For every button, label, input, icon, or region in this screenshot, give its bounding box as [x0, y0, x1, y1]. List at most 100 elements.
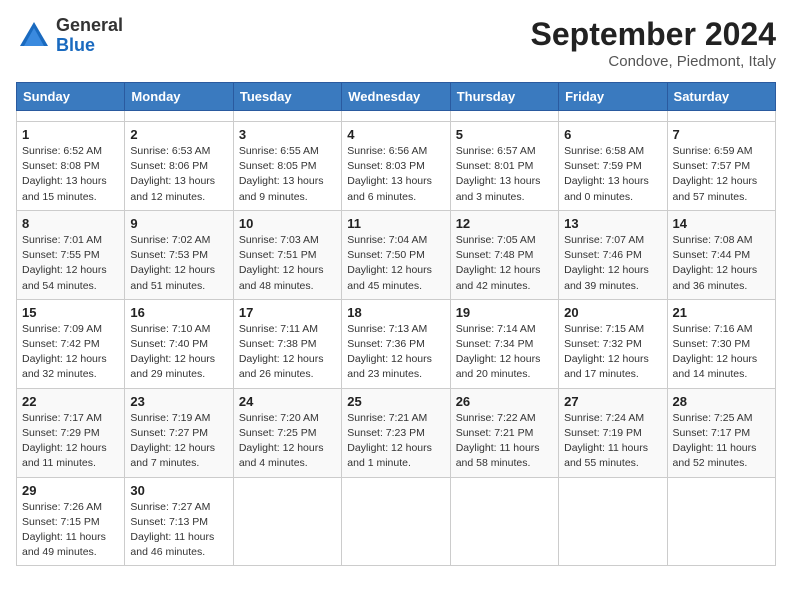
- day-cell: 4 Sunrise: 6:56 AM Sunset: 8:03 PM Daylig…: [342, 122, 450, 211]
- week-row-0: [17, 111, 776, 122]
- day-number: 19: [456, 305, 553, 320]
- day-number: 18: [347, 305, 444, 320]
- day-detail: Sunrise: 7:08 AM Sunset: 7:44 PM Dayligh…: [673, 233, 770, 294]
- day-cell: 9Sunrise: 7:02 AM Sunset: 7:53 PM Daylig…: [125, 210, 233, 299]
- day-cell: 3Sunrise: 6:55 AM Sunset: 8:05 PM Daylig…: [233, 122, 341, 211]
- day-cell: 5 Sunrise: 6:57 AM Sunset: 8:01 PM Daylig…: [450, 122, 558, 211]
- day-number: 25: [347, 394, 444, 409]
- day-number: 23: [130, 394, 227, 409]
- day-detail: Sunrise: 7:10 AM Sunset: 7:40 PM Dayligh…: [130, 322, 227, 383]
- day-cell: 24Sunrise: 7:20 AM Sunset: 7:25 PM Dayli…: [233, 388, 341, 477]
- day-cell: 30Sunrise: 7:27 AM Sunset: 7:13 PM Dayli…: [125, 477, 233, 566]
- day-detail: Sunrise: 7:13 AM Sunset: 7:36 PM Dayligh…: [347, 322, 444, 383]
- day-cell: 21 Sunrise: 7:16 AM Sunset: 7:30 PM Dayli…: [667, 299, 775, 388]
- day-cell: [17, 111, 125, 122]
- day-cell: [233, 111, 341, 122]
- day-cell: 17 Sunrise: 7:11 AM Sunset: 7:38 PM Dayli…: [233, 299, 341, 388]
- day-number: 1: [22, 127, 119, 142]
- day-header-wednesday: Wednesday: [342, 83, 450, 111]
- day-number: 5: [456, 127, 553, 142]
- day-cell: [450, 111, 558, 122]
- day-detail: Sunrise: 6:52 AM Sunset: 8:08 PM Dayligh…: [22, 144, 119, 205]
- logo-general: General: [56, 15, 123, 35]
- day-cell: [559, 111, 667, 122]
- day-detail: Sunrise: 7:04 AM Sunset: 7:50 PM Dayligh…: [347, 233, 444, 294]
- day-cell: 28Sunrise: 7:25 AM Sunset: 7:17 PM Dayli…: [667, 388, 775, 477]
- day-number: 13: [564, 216, 661, 231]
- location: Condove, Piedmont, Italy: [531, 53, 776, 70]
- day-cell: [667, 477, 775, 566]
- day-cell: 25Sunrise: 7:21 AM Sunset: 7:23 PM Dayli…: [342, 388, 450, 477]
- day-number: 4: [347, 127, 444, 142]
- day-number: 6: [564, 127, 661, 142]
- day-number: 26: [456, 394, 553, 409]
- day-number: 14: [673, 216, 770, 231]
- day-cell: 7 Sunrise: 6:59 AM Sunset: 7:57 PM Daylig…: [667, 122, 775, 211]
- day-detail: Sunrise: 7:02 AM Sunset: 7:53 PM Dayligh…: [130, 233, 227, 294]
- day-cell: 13 Sunrise: 7:07 AM Sunset: 7:46 PM Dayli…: [559, 210, 667, 299]
- day-number: 10: [239, 216, 336, 231]
- day-number: 29: [22, 483, 119, 498]
- day-number: 2: [130, 127, 227, 142]
- day-cell: 20 Sunrise: 7:15 AM Sunset: 7:32 PM Dayli…: [559, 299, 667, 388]
- day-detail: Sunrise: 7:11 AM Sunset: 7:38 PM Dayligh…: [239, 322, 336, 383]
- day-header-saturday: Saturday: [667, 83, 775, 111]
- day-cell: 27 Sunrise: 7:24 AM Sunset: 7:19 PM Dayli…: [559, 388, 667, 477]
- day-detail: Sunrise: 7:26 AM Sunset: 7:15 PM Dayligh…: [22, 500, 119, 561]
- day-detail: Sunrise: 6:57 AM Sunset: 8:01 PM Dayligh…: [456, 144, 553, 205]
- week-row-4: 22 Sunrise: 7:17 AM Sunset: 7:29 PM Dayli…: [17, 388, 776, 477]
- day-cell: [342, 477, 450, 566]
- day-cell: [559, 477, 667, 566]
- week-row-3: 15Sunrise: 7:09 AM Sunset: 7:42 PM Dayli…: [17, 299, 776, 388]
- day-detail: Sunrise: 7:22 AM Sunset: 7:21 PM Dayligh…: [456, 411, 553, 472]
- calendar-table: SundayMondayTuesdayWednesdayThursdayFrid…: [16, 82, 776, 566]
- day-detail: Sunrise: 6:53 AM Sunset: 8:06 PM Dayligh…: [130, 144, 227, 205]
- day-detail: Sunrise: 7:15 AM Sunset: 7:32 PM Dayligh…: [564, 322, 661, 383]
- day-detail: Sunrise: 7:14 AM Sunset: 7:34 PM Dayligh…: [456, 322, 553, 383]
- day-detail: Sunrise: 7:07 AM Sunset: 7:46 PM Dayligh…: [564, 233, 661, 294]
- day-header-tuesday: Tuesday: [233, 83, 341, 111]
- day-header-thursday: Thursday: [450, 83, 558, 111]
- day-detail: Sunrise: 6:56 AM Sunset: 8:03 PM Dayligh…: [347, 144, 444, 205]
- day-number: 20: [564, 305, 661, 320]
- header-row: SundayMondayTuesdayWednesdayThursdayFrid…: [17, 83, 776, 111]
- day-header-sunday: Sunday: [17, 83, 125, 111]
- day-cell: [233, 477, 341, 566]
- day-cell: 14 Sunrise: 7:08 AM Sunset: 7:44 PM Dayli…: [667, 210, 775, 299]
- day-cell: 29 Sunrise: 7:26 AM Sunset: 7:15 PM Dayli…: [17, 477, 125, 566]
- day-detail: Sunrise: 7:01 AM Sunset: 7:55 PM Dayligh…: [22, 233, 119, 294]
- day-number: 8: [22, 216, 119, 231]
- week-row-1: 1 Sunrise: 6:52 AM Sunset: 8:08 PM Daylig…: [17, 122, 776, 211]
- day-number: 17: [239, 305, 336, 320]
- day-number: 15: [22, 305, 119, 320]
- day-cell: 22 Sunrise: 7:17 AM Sunset: 7:29 PM Dayli…: [17, 388, 125, 477]
- day-number: 27: [564, 394, 661, 409]
- day-detail: Sunrise: 7:16 AM Sunset: 7:30 PM Dayligh…: [673, 322, 770, 383]
- logo-text: General Blue: [56, 16, 123, 56]
- day-detail: Sunrise: 7:24 AM Sunset: 7:19 PM Dayligh…: [564, 411, 661, 472]
- day-number: 7: [673, 127, 770, 142]
- title-block: September 2024 Condove, Piedmont, Italy: [531, 16, 776, 70]
- day-detail: Sunrise: 7:17 AM Sunset: 7:29 PM Dayligh…: [22, 411, 119, 472]
- week-row-2: 8 Sunrise: 7:01 AM Sunset: 7:55 PM Daylig…: [17, 210, 776, 299]
- day-number: 21: [673, 305, 770, 320]
- logo-blue: Blue: [56, 35, 95, 55]
- day-cell: 23Sunrise: 7:19 AM Sunset: 7:27 PM Dayli…: [125, 388, 233, 477]
- day-number: 22: [22, 394, 119, 409]
- day-cell: 26 Sunrise: 7:22 AM Sunset: 7:21 PM Dayli…: [450, 388, 558, 477]
- day-cell: 8 Sunrise: 7:01 AM Sunset: 7:55 PM Daylig…: [17, 210, 125, 299]
- day-detail: Sunrise: 6:58 AM Sunset: 7:59 PM Dayligh…: [564, 144, 661, 205]
- logo: General Blue: [16, 16, 123, 56]
- day-cell: 16Sunrise: 7:10 AM Sunset: 7:40 PM Dayli…: [125, 299, 233, 388]
- week-row-5: 29 Sunrise: 7:26 AM Sunset: 7:15 PM Dayli…: [17, 477, 776, 566]
- day-cell: [667, 111, 775, 122]
- day-cell: 2 Sunrise: 6:53 AM Sunset: 8:06 PM Daylig…: [125, 122, 233, 211]
- day-detail: Sunrise: 7:05 AM Sunset: 7:48 PM Dayligh…: [456, 233, 553, 294]
- day-cell: 19 Sunrise: 7:14 AM Sunset: 7:34 PM Dayli…: [450, 299, 558, 388]
- day-detail: Sunrise: 6:55 AM Sunset: 8:05 PM Dayligh…: [239, 144, 336, 205]
- day-cell: 10Sunrise: 7:03 AM Sunset: 7:51 PM Dayli…: [233, 210, 341, 299]
- day-detail: Sunrise: 6:59 AM Sunset: 7:57 PM Dayligh…: [673, 144, 770, 205]
- logo-icon: [16, 18, 52, 54]
- day-number: 12: [456, 216, 553, 231]
- day-cell: 18 Sunrise: 7:13 AM Sunset: 7:36 PM Dayli…: [342, 299, 450, 388]
